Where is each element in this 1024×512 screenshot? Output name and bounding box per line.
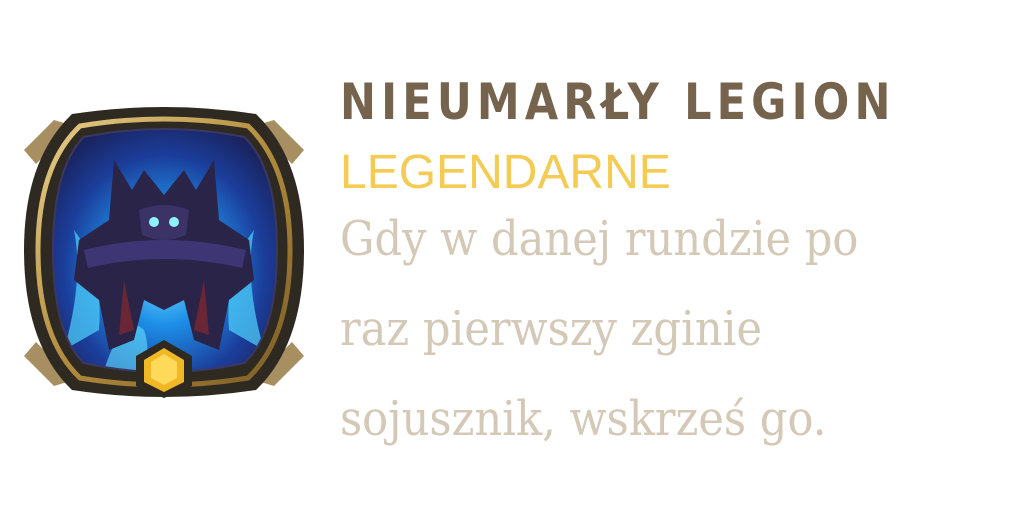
augment-card: NIEUMARŁY LEGION LEGENDARNE Gdy w danej …: [0, 0, 1024, 512]
augment-description: Gdy w danej rundzie po raz pierwszy zgin…: [340, 194, 1006, 464]
description-line: sojusznik, wskrześ go.: [340, 391, 827, 447]
augment-title: NIEUMARŁY LEGION: [340, 73, 896, 131]
augment-text: NIEUMARŁY LEGION LEGENDARNE Gdy w danej …: [340, 62, 1016, 464]
description-line: Gdy w danej rundzie po: [340, 211, 859, 267]
description-line: raz pierwszy zginie: [340, 301, 763, 357]
undead-legion-icon: [14, 100, 314, 406]
